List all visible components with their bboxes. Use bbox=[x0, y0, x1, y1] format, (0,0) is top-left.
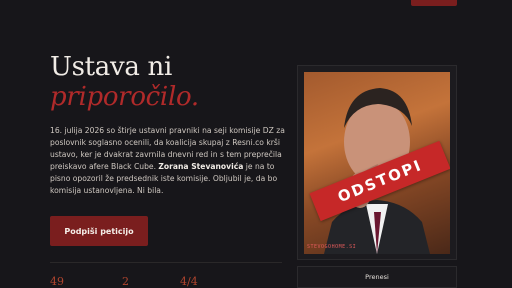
image-watermark: STEVOGOHOME.SI bbox=[307, 244, 357, 250]
download-button[interactable]: Prenesi bbox=[297, 266, 457, 288]
page-title: Ustava ni priporočilo. bbox=[50, 52, 199, 112]
stat-value-1: 49 bbox=[50, 275, 64, 288]
sign-petition-button[interactable]: Podpiši peticijo bbox=[50, 216, 148, 246]
hero-body-text: 16. julija 2026 so štirje ustavni pravni… bbox=[50, 125, 286, 197]
header-nav-button[interactable] bbox=[411, 0, 457, 6]
stat-value-3: 4/4 bbox=[180, 275, 198, 288]
body-text-bold-name: Zorana Stevanovića bbox=[158, 162, 244, 171]
campaign-image-card: ODSTOPI STEVOGOHOME.SI bbox=[297, 65, 457, 260]
title-line-2: priporočilo. bbox=[50, 82, 199, 112]
campaign-photo: ODSTOPI STEVOGOHOME.SI bbox=[304, 72, 450, 254]
title-line-1: Ustava ni bbox=[50, 52, 173, 82]
stats-divider bbox=[50, 262, 282, 263]
stat-value-2: 2 bbox=[122, 275, 129, 288]
